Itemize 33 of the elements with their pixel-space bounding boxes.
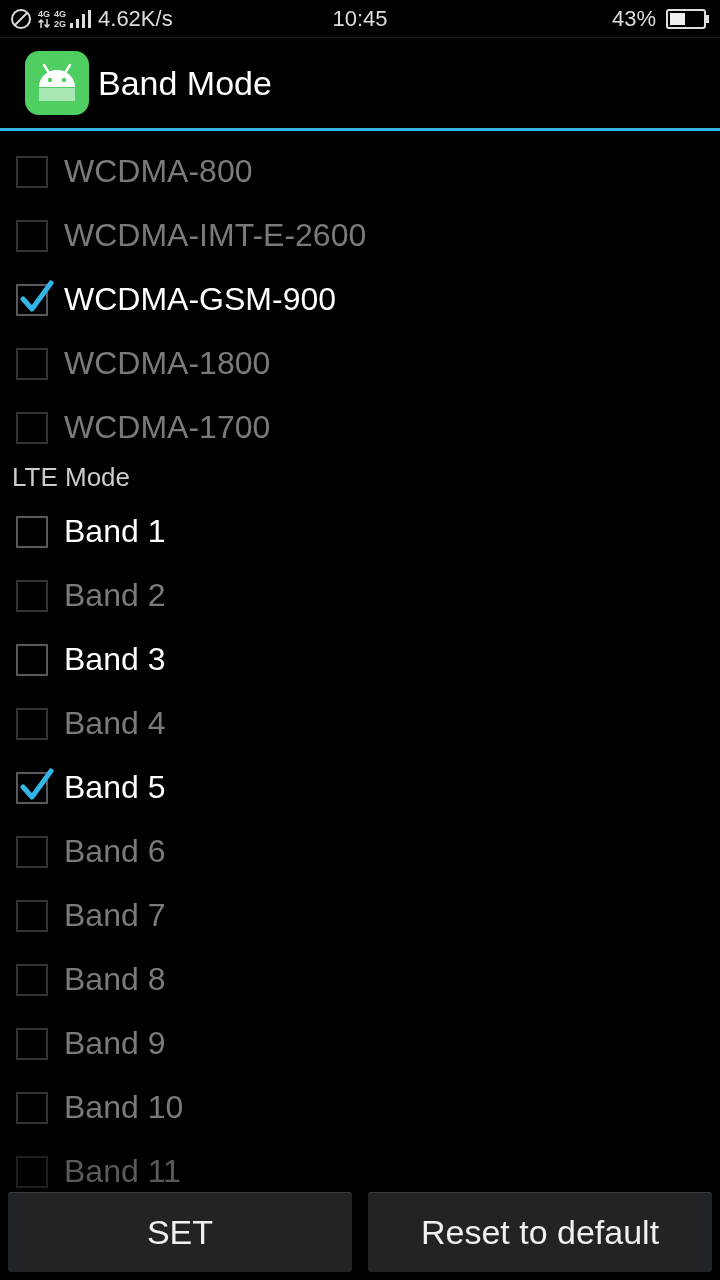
- app-title: Band Mode: [98, 62, 272, 104]
- clock-time: 10:45: [332, 5, 388, 33]
- set-button[interactable]: SET: [8, 1192, 352, 1272]
- band-label: Band 4: [64, 705, 166, 741]
- reset-button[interactable]: Reset to default: [368, 1192, 712, 1272]
- band-label: Band 3: [64, 641, 166, 677]
- band-label: Band 5: [64, 769, 166, 805]
- battery-percentage: 43%: [611, 5, 656, 33]
- do-not-disturb-icon: [10, 7, 32, 30]
- network-type-label: 4G: [54, 8, 67, 19]
- band-label: WCDMA-800: [64, 153, 253, 189]
- battery-icon: [666, 8, 710, 29]
- app-icon: [25, 51, 89, 115]
- band-label: Band 1: [64, 513, 166, 549]
- up-down-arrows-icon: [38, 19, 50, 28]
- band-label: Band 9: [64, 1025, 166, 1061]
- section-header: LTE Mode: [12, 461, 130, 494]
- network-type-label: 4G: [38, 9, 50, 19]
- band-label: WCDMA-GSM-900: [64, 281, 336, 317]
- band-label: WCDMA-IMT-E-2600: [64, 217, 367, 253]
- band-label: Band 6: [64, 833, 166, 869]
- band-label: WCDMA-1800: [64, 345, 271, 381]
- band-label: Band 10: [64, 1089, 184, 1125]
- band-label: Band 2: [64, 577, 166, 613]
- checkbox[interactable]: [14, 766, 54, 806]
- network-type-label: 2G: [54, 18, 67, 29]
- band-label: Band 8: [64, 961, 166, 997]
- band-label: Band 11: [64, 1153, 181, 1189]
- signal-bars-icon: [70, 8, 93, 29]
- network-speed: 4.62K/s: [98, 5, 173, 33]
- band-label: WCDMA-1700: [64, 409, 271, 445]
- checkbox[interactable]: [14, 278, 54, 318]
- band-label: Band 7: [64, 897, 166, 933]
